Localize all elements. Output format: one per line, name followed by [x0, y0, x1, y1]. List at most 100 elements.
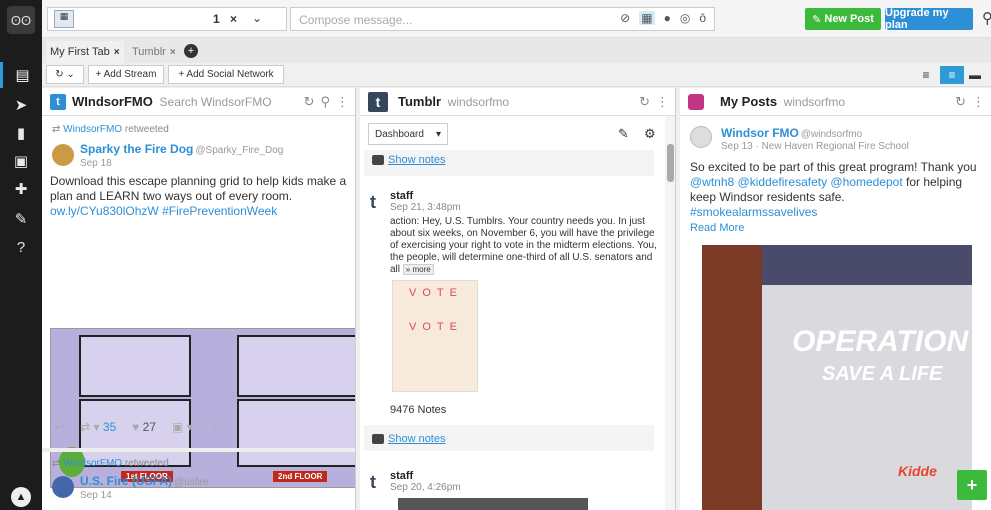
refresh-dropdown[interactable]: ↻ ⌄ — [46, 65, 84, 84]
column-title: WIndsorFMO Search WindsorFMO — [72, 94, 272, 109]
post-date: Sep 21, 3:48pm — [390, 202, 461, 213]
streams-icon[interactable]: ▤ — [0, 62, 42, 88]
search-icon[interactable]: ⚲ — [320, 94, 330, 110]
avatar[interactable] — [52, 476, 74, 498]
column-subtitle: windsorfmo — [783, 95, 846, 109]
assignments-icon[interactable]: ▣ — [0, 148, 42, 174]
floor-room — [237, 335, 355, 397]
more-options-icon[interactable]: ⋮ — [336, 94, 349, 110]
author-name: Sparky the Fire Dog — [80, 142, 194, 156]
search-icon[interactable]: ⚲ — [982, 9, 991, 27]
show-notes-link[interactable]: Show notes — [372, 433, 445, 445]
post-image[interactable] — [398, 498, 588, 510]
attachment-icon[interactable]: ⊘ — [620, 11, 630, 25]
retweet-icon[interactable]: ⇄ ▾ 35 — [80, 420, 116, 434]
assign-icon[interactable]: ▣ ▾ — [172, 420, 193, 434]
post-author[interactable]: Windsor FMO @windsorfmo — [721, 126, 862, 140]
publisher-icon[interactable]: ➤ — [0, 92, 42, 118]
instagram-column: My Posts windsorfmo ↻ ⋮ Windsor FMO @wind… — [680, 88, 991, 510]
photo-screen — [762, 285, 972, 510]
column-title-text: My Posts — [720, 94, 778, 109]
photo-text: SAVE A LIFE — [822, 363, 943, 385]
new-post-button[interactable]: ✎ New Post — [805, 8, 881, 30]
location-icon[interactable]: ● — [664, 11, 671, 25]
calendar-icon[interactable]: ▦ — [639, 11, 655, 25]
vote-image[interactable]: VOTE VOTE — [392, 280, 478, 392]
profile-selector[interactable]: ▦ 1 × ⌄ — [47, 7, 287, 31]
dropdown-value: Dashboard — [375, 128, 424, 140]
post-link[interactable]: ow.ly/CYu830lOhzW — [50, 204, 159, 218]
column-search[interactable]: Search WindsorFMO — [160, 95, 272, 109]
compose-post-icon[interactable]: ✎ — [618, 126, 629, 142]
tools-icon[interactable]: ✎ — [0, 206, 42, 232]
reply-icon[interactable]: ↩ — [54, 420, 64, 434]
tumblr-post-icon: t — [370, 472, 376, 492]
add-social-network-button[interactable]: + Add Social Network — [168, 65, 284, 84]
column-subtitle: windsorfmo — [447, 95, 510, 109]
standard-layout-icon[interactable]: ≡ — [940, 66, 964, 84]
show-notes-label: Show notes — [388, 433, 446, 445]
instagram-icon — [688, 94, 704, 110]
refresh-icon[interactable]: ↻ — [304, 94, 315, 110]
post-hashtag[interactable]: #smokealarmssavelives — [690, 205, 985, 220]
retweeter-name[interactable]: WindsorFMO — [63, 458, 122, 469]
more-options-icon[interactable]: ⋮ — [656, 94, 669, 110]
help-icon[interactable]: ? — [0, 234, 42, 260]
wide-layout-icon[interactable]: ▬ — [967, 66, 983, 84]
refresh-icon[interactable]: ↻ — [955, 94, 966, 110]
more-options-icon[interactable]: ⋮ — [972, 94, 985, 110]
tab-tumblr[interactable]: Tumblr × — [128, 41, 180, 63]
add-tab-icon[interactable]: + — [184, 44, 198, 58]
avatar[interactable] — [52, 144, 74, 166]
add-stream-button[interactable]: + Add Stream — [88, 65, 164, 84]
tab-my-first-tab[interactable]: My First Tab × — [46, 41, 124, 63]
selected-count: 1 — [213, 12, 220, 26]
post-body: Download this escape planning grid to he… — [50, 174, 347, 203]
targeting-icon[interactable]: ◎ — [680, 11, 690, 25]
vote-text: VOTE — [409, 287, 463, 299]
post-author[interactable]: staff — [390, 470, 413, 482]
refresh-icon[interactable]: ↻ — [639, 94, 650, 110]
clear-selection-button[interactable]: × — [230, 12, 237, 26]
close-tab-icon[interactable]: × — [170, 47, 176, 58]
read-more-button[interactable]: » more — [402, 264, 434, 275]
upgrade-plan-button[interactable]: Upgrade my plan — [885, 7, 973, 31]
add-button[interactable]: + — [957, 470, 987, 500]
read-more-link[interactable]: Read More — [690, 222, 744, 234]
chevron-down-icon[interactable]: ⌄ — [252, 11, 262, 25]
post-author[interactable]: U.S. Fire (USFA) @usfire — [80, 474, 209, 488]
compose-input[interactable]: Compose message... ⊘ ▦ ● ◎ ô — [290, 7, 715, 31]
post-mentions[interactable]: @wtnh8 @kiddefiresafety @homedepot — [690, 175, 903, 189]
photo-text: OPERATION — [792, 325, 969, 358]
show-notes-link[interactable]: Show notes — [372, 154, 445, 166]
notes-count: 9476 Notes — [390, 404, 447, 416]
tab-label: My First Tab — [50, 46, 110, 58]
avatar[interactable] — [690, 126, 712, 148]
settings-gear-icon[interactable]: ⚙ — [644, 126, 656, 142]
post-author[interactable]: staff — [390, 190, 413, 202]
owl-logo-icon[interactable]: ʘʘ — [7, 6, 35, 34]
tumblr-post-icon: t — [370, 192, 376, 212]
analytics-icon[interactable]: ▮ — [0, 120, 42, 146]
twitter-column: t WIndsorFMO Search WindsorFMO ↻ ⚲ ⋮ ⇄ W… — [42, 88, 356, 510]
dashboard-dropdown[interactable]: Dashboard ▾ — [368, 123, 448, 145]
privacy-lock-icon[interactable]: ô — [699, 11, 706, 25]
apps-icon[interactable]: ✚ — [0, 176, 42, 202]
post-author[interactable]: Sparky the Fire Dog @Sparky_Fire_Dog — [80, 142, 283, 156]
scrollbar[interactable] — [665, 116, 675, 510]
post-divider — [42, 448, 355, 452]
close-tab-icon[interactable]: × — [114, 47, 120, 58]
post-meta: Sep 13 · New Haven Regional Fire School — [721, 141, 909, 152]
post-hashtag[interactable]: #FirePreventionWeek — [162, 204, 277, 218]
post-photo[interactable]: OPERATION SAVE A LIFE Kidde — [702, 245, 972, 510]
column-title-text: WIndsorFMO — [72, 94, 153, 109]
compact-layout-icon[interactable]: ≡ — [914, 66, 938, 84]
like-icon[interactable]: ♥ 27 — [132, 420, 156, 434]
retweeted-label: retweeted — [124, 124, 169, 135]
expand-icon[interactable]: ▲ — [11, 487, 31, 507]
more-options-icon[interactable]: ⋮ — [209, 420, 221, 434]
retweeter-name[interactable]: WindsorFMO — [63, 124, 122, 135]
scrollbar-thumb[interactable] — [667, 144, 674, 182]
author-name: U.S. Fire (USFA) — [80, 474, 173, 488]
comment-icon — [372, 434, 384, 445]
